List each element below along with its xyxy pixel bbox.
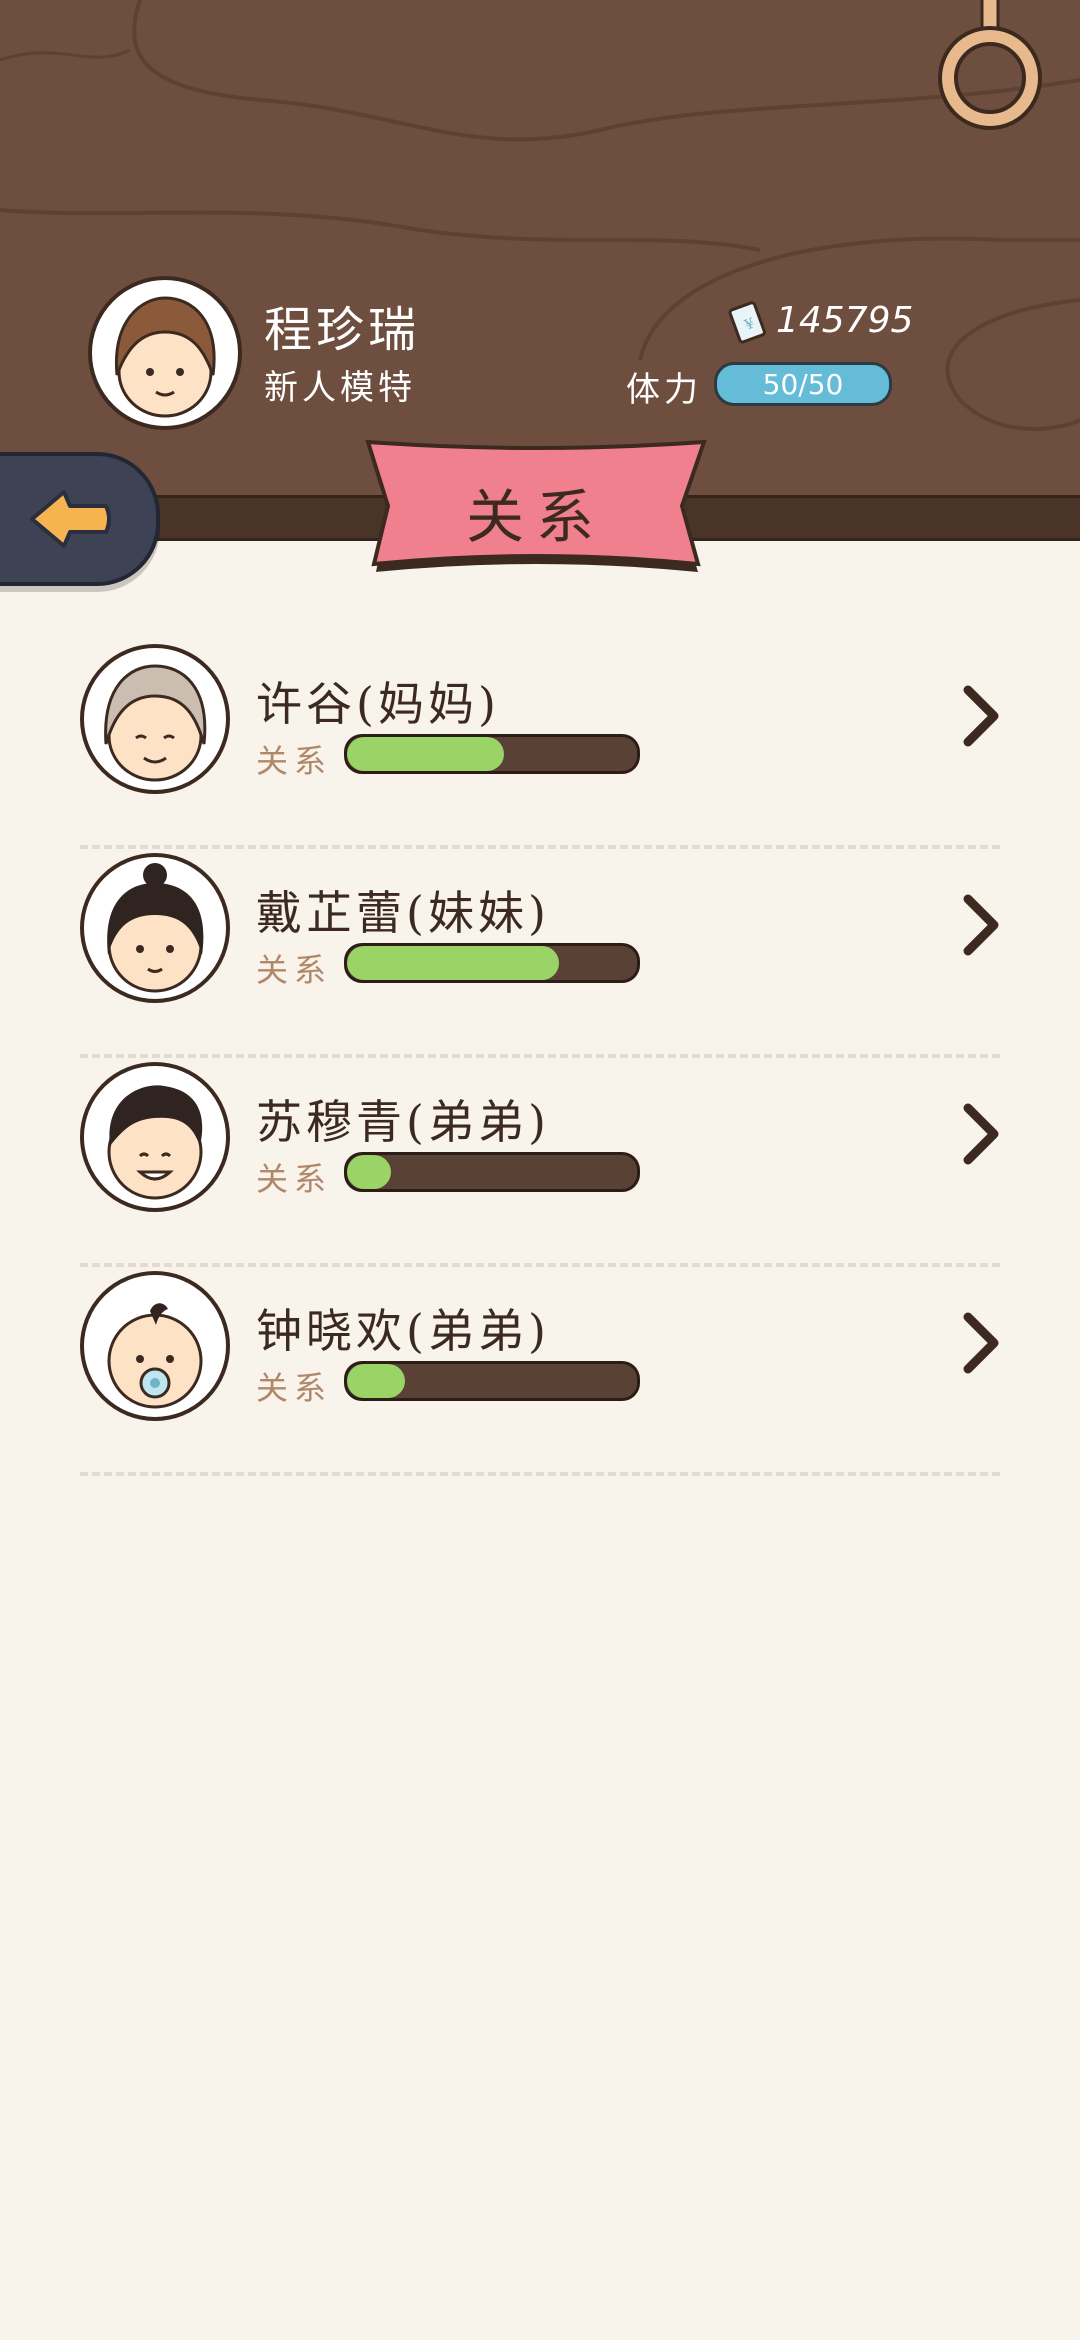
relation-row[interactable]: 戴芷蕾(妹妹) 关系 <box>80 849 1000 1058</box>
relation-label: 关系 <box>256 1369 333 1407</box>
relation-bar <box>344 943 640 983</box>
relation-name: 许谷(妈妈) <box>256 677 500 731</box>
stamina-bar: 50/50 <box>714 362 892 406</box>
relation-label: 关系 <box>256 742 333 780</box>
player-title: 新人模特 <box>264 368 416 408</box>
arrow-left-icon <box>30 490 111 548</box>
back-button[interactable] <box>0 452 160 586</box>
chevron-right-icon[interactable] <box>960 893 1000 957</box>
boy-face-icon <box>107 1085 203 1200</box>
player-avatar[interactable] <box>88 276 242 430</box>
page-title: 关系 <box>465 483 606 551</box>
grandma-face-icon <box>104 664 207 782</box>
relation-avatar <box>80 644 230 794</box>
relation-name: 戴芷蕾(妹妹) <box>256 886 550 940</box>
player-name: 程珍瑞 <box>264 302 421 358</box>
money-amount: 145795 <box>776 300 914 341</box>
relation-bar-fill <box>347 1155 391 1189</box>
relation-bar-fill <box>347 737 504 771</box>
relation-label: 关系 <box>256 951 333 989</box>
relation-bar <box>344 1361 640 1401</box>
hanging-ring-icon[interactable] <box>930 0 1050 140</box>
relation-bar-fill <box>347 1364 405 1398</box>
relation-avatar <box>80 853 230 1003</box>
banknote-icon: ¥ <box>728 301 766 344</box>
chevron-right-icon[interactable] <box>960 684 1000 748</box>
relation-row[interactable]: 钟晓欢(弟弟) 关系 <box>80 1267 1000 1476</box>
stamina-label: 体力 <box>626 370 702 410</box>
baby-face-icon <box>107 1303 203 1409</box>
relation-bar <box>344 1152 640 1192</box>
relation-bar-fill <box>347 946 559 980</box>
relation-avatar <box>80 1271 230 1421</box>
relation-avatar <box>80 1062 230 1212</box>
profile-header: 程珍瑞 新人模特 ¥ 145795 体力 50/50 <box>0 0 1080 495</box>
relation-label: 关系 <box>256 1160 333 1198</box>
relation-bar <box>344 734 640 774</box>
relation-list: 许谷(妈妈) 关系 戴芷蕾(妹妹) 关系 苏穆青(弟弟) 关系 钟晓欢(弟弟) … <box>80 640 1000 1476</box>
girl-bun-face-icon <box>107 863 204 993</box>
relation-name: 苏穆青(弟弟) <box>256 1095 550 1149</box>
relation-name: 钟晓欢(弟弟) <box>256 1304 550 1358</box>
chevron-right-icon[interactable] <box>960 1102 1000 1166</box>
woman-face-icon <box>114 296 216 418</box>
relation-row[interactable]: 许谷(妈妈) 关系 <box>80 640 1000 849</box>
chevron-right-icon[interactable] <box>960 1311 1000 1375</box>
relation-row[interactable]: 苏穆青(弟弟) 关系 <box>80 1058 1000 1267</box>
stamina-value: 50/50 <box>762 367 844 401</box>
